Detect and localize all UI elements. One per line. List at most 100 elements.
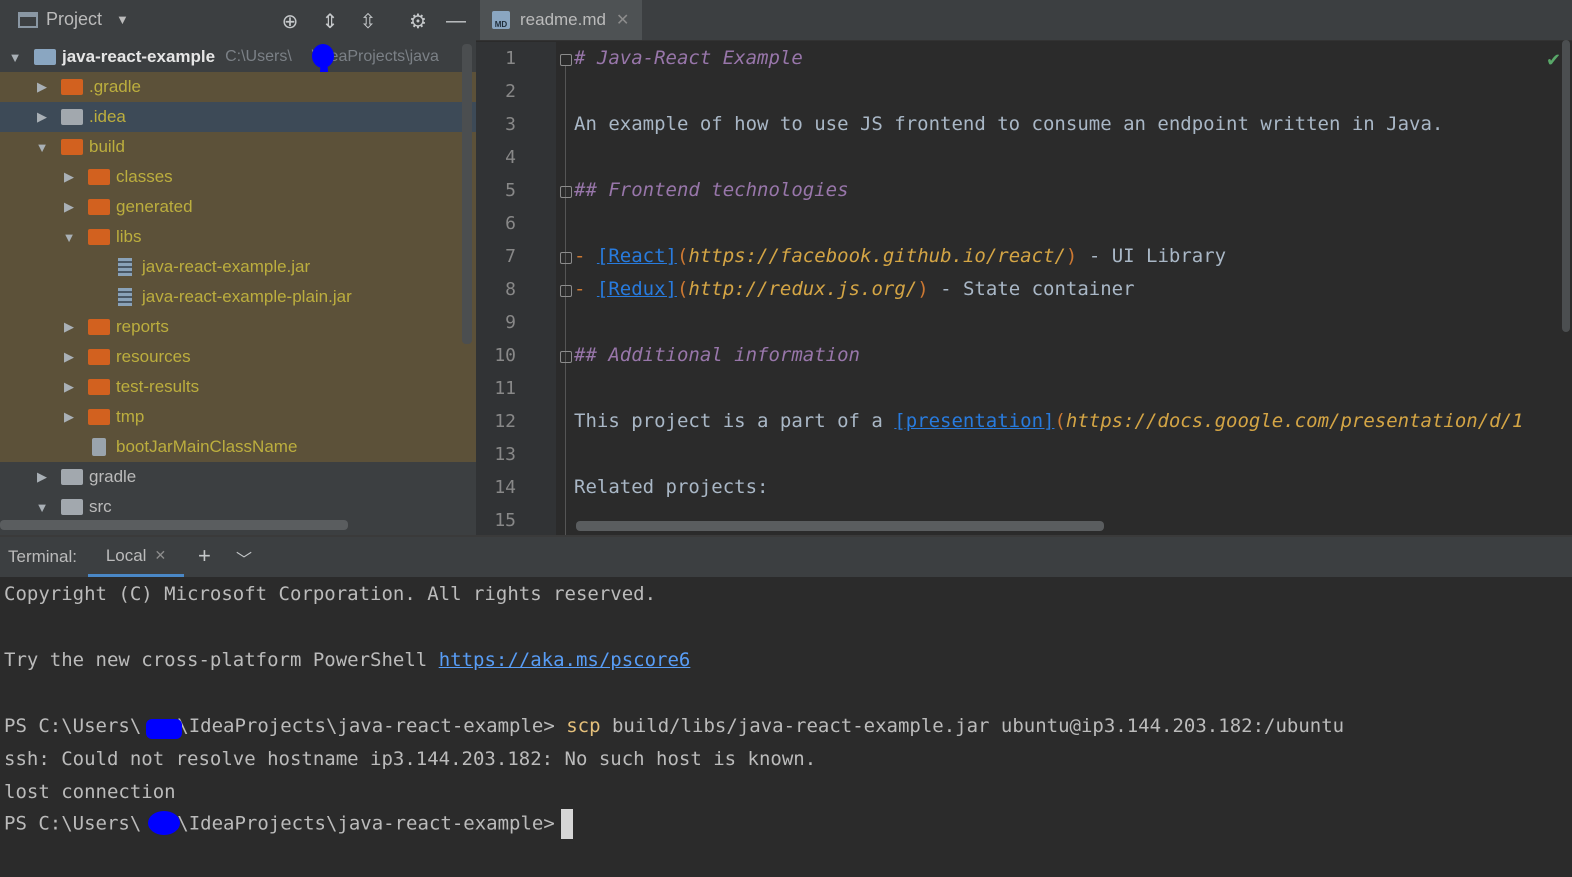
tree-item-label: gradle bbox=[89, 467, 137, 486]
chevron-down-icon[interactable]: ▼ bbox=[8, 50, 22, 65]
plus-icon[interactable]: + bbox=[198, 543, 211, 569]
redaction-mark bbox=[148, 811, 180, 835]
chevron-down-icon[interactable]: ▼ bbox=[35, 500, 49, 515]
tab-label: Local bbox=[105, 545, 147, 565]
locate-icon[interactable]: ⊕ bbox=[276, 8, 304, 34]
tree-item-resources[interactable]: ▶ resources bbox=[0, 342, 476, 372]
tree-item-label: tmp bbox=[116, 407, 145, 426]
chevron-right-icon[interactable]: ▶ bbox=[62, 199, 76, 215]
chevron-right-icon[interactable]: ▶ bbox=[62, 349, 76, 365]
line-number: 12 bbox=[494, 411, 516, 432]
tree-item-reports[interactable]: ▶ reports bbox=[0, 312, 476, 342]
folder-icon bbox=[61, 499, 83, 515]
fold-marker-icon[interactable] bbox=[560, 351, 572, 363]
fold-marker-icon[interactable] bbox=[560, 252, 572, 264]
chevron-down-icon[interactable]: ﹀ bbox=[236, 546, 252, 570]
close-icon[interactable]: ✕ bbox=[154, 547, 166, 564]
vertical-scrollbar[interactable] bbox=[462, 44, 472, 344]
horizontal-scrollbar[interactable] bbox=[0, 520, 348, 530]
code-line-3[interactable]: An example of how to use JS frontend to … bbox=[574, 113, 1443, 135]
chevron-down-icon[interactable]: ▼ bbox=[35, 140, 49, 155]
folder-icon bbox=[88, 319, 110, 335]
tree-item-tmp[interactable]: ▶ tmp bbox=[0, 402, 476, 432]
line-number: 5 bbox=[505, 180, 516, 201]
tree-item-classes[interactable]: ▶ classes bbox=[0, 162, 476, 192]
collapse-all-icon[interactable]: ⇳ bbox=[354, 8, 382, 34]
tree-item-plain-jar[interactable]: java-react-example-plain.jar bbox=[0, 282, 476, 312]
code-line-10[interactable]: ## Additional information bbox=[574, 344, 860, 366]
editor-vertical-scrollbar[interactable] bbox=[1562, 40, 1570, 332]
tree-item-libs[interactable]: ▼ libs bbox=[0, 222, 476, 252]
tree-item-bootjar[interactable]: bootJarMainClassName bbox=[0, 432, 476, 462]
tree-item-label: build bbox=[89, 137, 125, 156]
tab-local[interactable]: Local ✕ bbox=[88, 537, 184, 577]
code-line-8[interactable]: - [Redux](http://redux.js.org/) - State … bbox=[574, 278, 1135, 300]
code-line-7[interactable]: - [React](https://facebook.github.io/rea… bbox=[574, 245, 1226, 267]
chevron-down-icon[interactable]: ▼ bbox=[116, 12, 129, 27]
tree-item-src[interactable]: ▼ src bbox=[0, 492, 476, 522]
terminal-line-ssh-error: ssh: Could not resolve hostname ip3.144.… bbox=[4, 748, 817, 770]
close-icon[interactable]: ✕ bbox=[616, 10, 629, 30]
tree-item-generated[interactable]: ▶ generated bbox=[0, 192, 476, 222]
chevron-down-icon[interactable]: ▼ bbox=[62, 230, 76, 245]
tree-item-label: java-react-example.jar bbox=[142, 257, 311, 276]
folder-icon bbox=[61, 109, 83, 125]
code-line-14[interactable]: Related projects: bbox=[574, 476, 768, 498]
tree-item-label: src bbox=[89, 497, 112, 516]
jar-icon bbox=[118, 288, 132, 306]
chevron-right-icon[interactable]: ▶ bbox=[35, 469, 49, 485]
project-view-selector[interactable]: Project ▼ bbox=[18, 9, 129, 30]
line-number: 4 bbox=[505, 147, 516, 168]
fold-marker-icon[interactable] bbox=[560, 186, 572, 198]
gear-icon[interactable]: ⚙ bbox=[404, 8, 432, 34]
fold-marker-icon[interactable] bbox=[560, 285, 572, 297]
chevron-right-icon[interactable]: ▶ bbox=[62, 379, 76, 395]
expand-all-icon[interactable]: ⇕ bbox=[316, 8, 344, 34]
tree-item-label: classes bbox=[116, 167, 173, 186]
tree-item-gradle[interactable]: ▶ gradle bbox=[0, 462, 476, 492]
pscore-link[interactable]: https://aka.ms/pscore6 bbox=[439, 649, 691, 671]
chevron-right-icon[interactable]: ▶ bbox=[62, 319, 76, 335]
line-number: 3 bbox=[505, 114, 516, 135]
tab-readme[interactable]: MD readme.md ✕ bbox=[480, 0, 642, 40]
line-number: 11 bbox=[494, 378, 516, 399]
line-number: 14 bbox=[494, 477, 516, 498]
line-number: 10 bbox=[494, 345, 516, 366]
terminal-line-ps2[interactable]: PS C:\Users\ \IdeaProjects\java-react-exa… bbox=[4, 809, 573, 839]
tree-root[interactable]: ▼ java-react-example C:\Users\ \IdeaProje… bbox=[0, 42, 476, 80]
checkmark-icon: ✔ bbox=[1546, 50, 1562, 70]
window-icon bbox=[18, 11, 38, 28]
editor-horizontal-scrollbar[interactable] bbox=[576, 521, 1104, 531]
code-line-1[interactable]: # Java-React Example bbox=[574, 47, 803, 69]
tree-item-jar[interactable]: java-react-example.jar bbox=[0, 252, 476, 282]
folder-icon bbox=[61, 79, 83, 95]
code-line-12[interactable]: This project is a part of a [presentatio… bbox=[574, 410, 1523, 432]
terminal-line-copyright: Copyright (C) Microsoft Corporation. All… bbox=[4, 583, 657, 605]
folder-icon bbox=[88, 379, 110, 395]
tab-label: readme.md bbox=[520, 10, 606, 29]
tree-item-idea[interactable]: ▶ .idea bbox=[0, 102, 476, 132]
folder-icon bbox=[88, 169, 110, 185]
chevron-right-icon[interactable]: ▶ bbox=[35, 79, 49, 95]
line-number: 9 bbox=[505, 312, 516, 333]
tree-item-label: bootJarMainClassName bbox=[116, 437, 298, 456]
terminal-toolbar: Terminal: Local ✕ + ﹀ bbox=[0, 537, 1572, 577]
line-number: 7 bbox=[505, 246, 516, 267]
chevron-right-icon[interactable]: ▶ bbox=[62, 409, 76, 425]
minimize-icon[interactable]: — bbox=[442, 8, 470, 34]
fold-marker-icon[interactable] bbox=[560, 54, 572, 66]
line-number: 8 bbox=[505, 279, 516, 300]
project-header: Project ▼ ⊕ ⇕ ⇳ ⚙ — bbox=[0, 0, 476, 42]
chevron-right-icon[interactable]: ▶ bbox=[62, 169, 76, 185]
jar-icon bbox=[118, 258, 132, 276]
code-line-5[interactable]: ## Frontend technologies bbox=[574, 179, 849, 201]
terminal-cursor bbox=[560, 809, 573, 839]
tree-item-test-results[interactable]: ▶ test-results bbox=[0, 372, 476, 402]
tree-item-build[interactable]: ▼ build bbox=[0, 132, 476, 162]
file-icon bbox=[92, 438, 106, 456]
folder-icon bbox=[61, 139, 83, 155]
tree-item-gradle-dir[interactable]: ▶ .gradle bbox=[0, 72, 476, 102]
terminal-line-ps1: PS C:\Users\ \IdeaProjects\java-react-exa… bbox=[4, 715, 1345, 737]
editor-panel: MD readme.md ✕ 1 2 3 4 5 6 7 8 9 10 11 1… bbox=[476, 0, 1572, 535]
chevron-right-icon[interactable]: ▶ bbox=[35, 109, 49, 125]
